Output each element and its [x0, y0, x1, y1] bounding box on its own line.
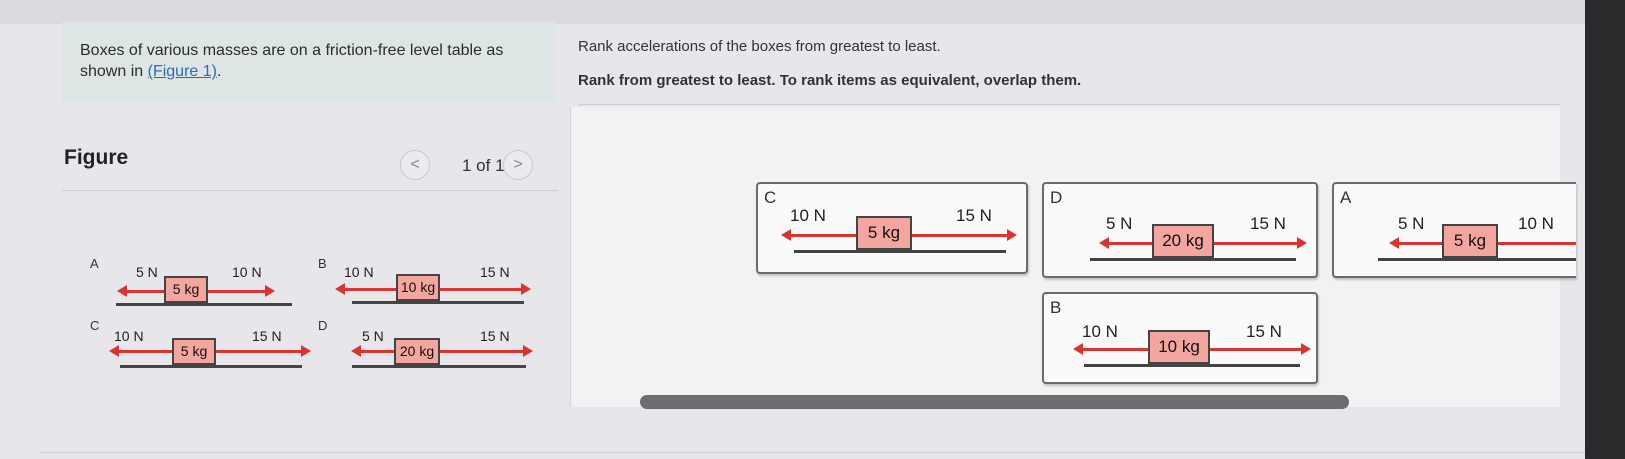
chevron-left-icon: < — [410, 156, 420, 173]
right-force-label: 10 N — [232, 264, 262, 280]
figure-item-label: C — [90, 318, 100, 333]
ranking-instruction: Rank from greatest to least. To rank ite… — [578, 72, 1082, 89]
horizontal-scrollbar[interactable] — [640, 395, 1349, 409]
left-force-label: 5 N — [1106, 214, 1133, 233]
footer-divider — [40, 452, 1585, 453]
table-surface — [794, 250, 1006, 253]
ranking-card-d[interactable]: D 5 N 20 kg 15 N — [1042, 182, 1318, 278]
mass-box: 20 kg — [394, 338, 440, 365]
ranking-card-c[interactable]: C 10 N 5 kg 15 N — [756, 182, 1028, 274]
card-label: D — [1050, 188, 1063, 207]
left-force-label: 5 N — [362, 328, 384, 344]
mass-box: 10 kg — [396, 274, 440, 301]
table-surface — [116, 303, 292, 306]
mass-box: 10 kg — [1148, 330, 1210, 364]
figure-item-label: B — [318, 256, 327, 271]
left-force-arrow — [351, 345, 394, 357]
figure-link[interactable]: (Figure 1) — [148, 63, 217, 80]
left-force-arrow — [335, 283, 396, 295]
right-force-arrow — [208, 285, 275, 297]
right-force-arrow — [1210, 343, 1311, 355]
right-force-arrow — [440, 345, 533, 357]
problem-prompt: Boxes of various masses are on a frictio… — [62, 22, 556, 102]
mass-box: 20 kg — [1152, 224, 1214, 258]
table-surface — [1090, 258, 1296, 261]
card-label: B — [1050, 298, 1062, 317]
figure-title: Figure — [64, 146, 129, 169]
question-divider — [578, 104, 1560, 105]
left-force-arrow — [1073, 343, 1148, 355]
figure-counter: 1 of 1 — [462, 156, 505, 175]
right-force-label: 15 N — [252, 328, 282, 344]
card-label: A — [1340, 188, 1352, 207]
left-force-label: 10 N — [790, 206, 826, 225]
mass-box: 5 kg — [856, 216, 912, 250]
mass-box: 5 kg — [1442, 224, 1498, 258]
left-force-arrow — [109, 345, 172, 357]
right-force-label: 15 N — [1250, 214, 1286, 233]
right-force-label: 10 N — [1518, 214, 1554, 233]
figure-divider — [62, 190, 558, 191]
left-force-arrow — [1099, 237, 1152, 249]
top-strip — [0, 0, 1625, 24]
table-surface — [120, 365, 302, 368]
right-force-label: 15 N — [480, 264, 510, 280]
left-force-label: 5 N — [136, 264, 158, 280]
ranking-card-b[interactable]: B 10 N 10 kg 15 N — [1042, 292, 1318, 384]
right-force-arrow — [912, 229, 1017, 241]
window-edge — [1585, 0, 1625, 459]
table-surface — [1378, 258, 1576, 261]
left-force-label: 10 N — [114, 328, 144, 344]
next-figure-button[interactable]: > — [503, 150, 533, 180]
left-force-arrow — [117, 285, 164, 297]
left-force-arrow — [1389, 237, 1442, 249]
right-force-arrow — [216, 345, 311, 357]
card-label: C — [764, 188, 777, 207]
prompt-end: . — [216, 63, 222, 80]
mass-box: 5 kg — [172, 338, 216, 365]
left-force-label: 5 N — [1398, 214, 1425, 233]
prev-figure-button[interactable]: < — [400, 150, 430, 180]
mass-box: 5 kg — [164, 276, 208, 303]
right-force-arrow — [1214, 237, 1307, 249]
left-force-arrow — [781, 229, 856, 241]
left-force-label: 10 N — [344, 264, 374, 280]
ranking-card-a[interactable]: A 5 N 5 kg 10 N — [1332, 182, 1576, 278]
right-force-label: 15 N — [956, 206, 992, 225]
table-surface — [1084, 364, 1300, 367]
table-surface — [352, 301, 524, 304]
right-force-label: 15 N — [1246, 322, 1282, 341]
right-force-label: 15 N — [480, 328, 510, 344]
right-force-arrow — [440, 283, 531, 295]
question-text: Rank accelerations of the boxes from gre… — [578, 38, 941, 55]
figure-item-label: A — [90, 256, 99, 271]
left-force-label: 10 N — [1082, 322, 1118, 341]
prompt-text: Boxes of various masses are on a frictio… — [80, 42, 504, 80]
right-force-arrow — [1498, 242, 1576, 245]
chevron-right-icon: > — [513, 156, 523, 173]
table-surface — [352, 365, 526, 368]
figure-item-label: D — [318, 318, 328, 333]
